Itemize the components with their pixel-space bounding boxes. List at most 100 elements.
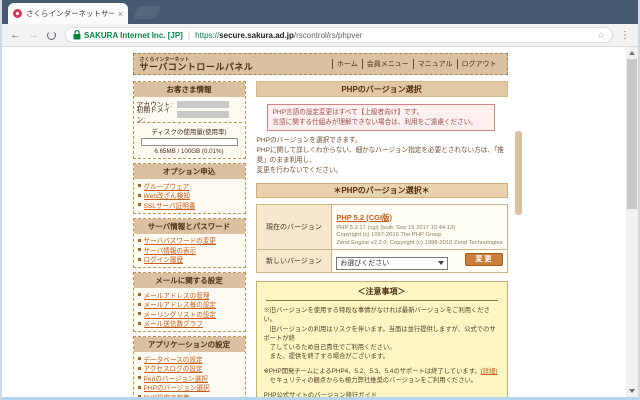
browser-tab[interactable]: さくらインターネットサーバコン × (8, 3, 128, 24)
php-version-section-title: ＊PHPのバージョン選択＊ (255, 182, 508, 198)
forward-button: → (28, 28, 39, 41)
intro-text: PHPのバージョンを選択できます。 PHPに関して詳しくわからない、細かなバージ… (257, 136, 507, 176)
bullet-icon (137, 321, 141, 325)
control-panel-page: さくらインターネット サーバコントロールパネル ホーム 会員メニュー マニュアル… (132, 53, 508, 397)
nav-manual[interactable]: マニュアル (412, 59, 457, 69)
warning-box: PHP言語の設定変更はすべて【上級者向け】です。 言語に関する仕組みが理解できな… (266, 104, 495, 132)
sidebar-item-php-version[interactable]: PHPのバージョン選択 (137, 383, 242, 392)
bookmark-star-icon[interactable]: ☆ (597, 30, 605, 41)
version-detail: PHP 5.2.17 (cgi) (built: Sep 15 2017 15:… (336, 224, 456, 231)
nav-home[interactable]: ホーム (331, 59, 362, 69)
padlock-icon (73, 30, 81, 40)
sidebar-section-server-info: サーバ情報とパスワード サーバパスワードの変更 サーバ情報の表示 ログイン履歴 (132, 217, 246, 268)
sidebar-item-access-log[interactable]: アクセスログの設定 (137, 364, 242, 373)
new-tab-button[interactable] (132, 6, 162, 19)
intro-line: PHPのバージョンを選択できます。 (256, 137, 362, 145)
warning-line: 言語に関する仕組みが理解できない場合は、利用をご遠慮ください。 (272, 118, 477, 126)
notes-box: ＜注意事項＞ ※旧バージョンを使用する特段な事情がなければ最新バージョンをご利用… (255, 281, 508, 397)
current-version-link[interactable]: PHP 5.2 (CGI版) (336, 213, 392, 222)
browser-titlebar: さくらインターネットサーバコン × (2, 0, 638, 24)
sidebar-item-login-history[interactable]: ログイン履歴 (137, 255, 242, 264)
sidebar-item-mail-address-settings[interactable]: メールアドレス毎の設定 (137, 300, 242, 309)
version-select[interactable]: お選びください (336, 256, 449, 270)
domain-label: 初期ドメイン: (136, 107, 171, 124)
table-row: 現在のバージョン PHP 5.2 (CGI版) PHP 5.2.17 (cgi)… (255, 203, 508, 251)
disk-usage-label: ディスクの使用量(使用率) (151, 129, 227, 136)
sidebar-item-web-tamper-detect[interactable]: Web改ざん検知 (137, 191, 242, 200)
version-table: 現在のバージョン PHP 5.2 (CGI版) PHP 5.2.17 (cgi)… (255, 203, 508, 274)
sidebar-section-options: オプション申込 グループウェア Web改ざん検知 SSLサーバ証明書 (132, 163, 246, 214)
section-title: アプリケーションの設定 (133, 337, 245, 352)
ev-certificate-label: SAKURA Internet Inc. [JP] (84, 30, 183, 40)
browser-toolbar: ← → SAKURA Internet Inc. [JP] | https://… (2, 24, 638, 47)
scrollbar-thumb[interactable] (627, 59, 637, 209)
bullet-icon (137, 293, 141, 297)
reload-icon[interactable] (47, 30, 56, 40)
bullet-icon (137, 385, 141, 389)
sidebar-item-mailing-list[interactable]: メーリングリストの設定 (137, 309, 242, 319)
address-bar[interactable]: SAKURA Internet Inc. [JP] | https://secu… (65, 27, 613, 43)
table-row: 新しいバージョン お選びください 変 更 (255, 249, 508, 274)
dropdown-arrow-icon (438, 261, 445, 266)
sidebar: お客さま情報 アカウント: 初期ドメイン: ディスクの使用量(使用率) 6.65… (132, 81, 246, 397)
bullet-icon (137, 248, 141, 252)
bullet-icon (137, 312, 141, 316)
top-navigation: ホーム 会員メニュー マニュアル ログアウト (331, 59, 501, 69)
section-title: サーバ情報とパスワード (133, 218, 245, 234)
nav-member-menu[interactable]: 会員メニュー (361, 59, 413, 69)
tab-title: さくらインターネットサーバコン (26, 9, 114, 18)
url-separator: | (187, 30, 191, 40)
url-path: /rscontrol/rs/phpver (293, 30, 363, 40)
current-version-label: 現在のバージョン (255, 203, 333, 251)
sakura-favicon-icon (13, 9, 22, 18)
version-detail: Zend Engine v2.2.0, Copyright (c) 1998-2… (336, 239, 503, 246)
disk-usage-bar (140, 138, 238, 146)
sidebar-item-perl-version[interactable]: Perlのバージョン選択 (137, 373, 242, 383)
sidebar-section-application: アプリケーションの設定 データベースの設定 アクセスログの設定 Perlのバージ… (132, 336, 246, 397)
page-viewport: さくらインターネット サーバコントロールパネル ホーム 会員メニュー マニュアル… (2, 47, 638, 397)
sidebar-section-mail: メールに関する設定 メールアドレスの管理 メールアドレス毎の設定 メーリングリス… (132, 272, 246, 332)
disk-usage-value: 6.65MB / 100GB (0.01%) (154, 148, 224, 155)
sidebar-item-change-password[interactable]: サーバパスワードの変更 (137, 236, 242, 245)
nav-logout[interactable]: ログアウト (456, 59, 501, 69)
site-logo[interactable]: さくらインターネット サーバコントロールパネル (140, 57, 254, 72)
browser-scrollbar[interactable] (626, 47, 638, 397)
divider (265, 300, 498, 302)
sidebar-item-groupware[interactable]: グループウェア (137, 181, 242, 191)
version-select-value: お選びください (340, 260, 390, 268)
sidebar-item-mail-graph[interactable]: メール送信数グラフ (137, 319, 242, 328)
sidebar-item-server-info[interactable]: サーバ情報の表示 (137, 245, 242, 255)
url-host: secure.sakura.ad.jp (219, 30, 294, 40)
logo-main-text: サーバコントロールパネル (139, 61, 254, 72)
back-button[interactable]: ← (8, 29, 23, 41)
customer-info-title: お客さま情報 (133, 82, 245, 97)
bullet-icon (137, 184, 141, 188)
sidebar-item-ssl-certificate[interactable]: SSLサーバ証明書 (137, 200, 242, 210)
content-scrollbar-thumb[interactable] (515, 131, 522, 215)
bullet-icon (137, 376, 141, 380)
scrollbar-up-arrow-icon[interactable] (629, 51, 635, 55)
notes-title: ＜注意事項＞ (357, 287, 406, 297)
customer-info-panel: お客さま情報 アカウント: 初期ドメイン: ディスクの使用量(使用率) 6.65… (132, 81, 246, 159)
bullet-icon (137, 193, 141, 197)
bullet-icon (137, 203, 141, 207)
bullet-icon (137, 357, 141, 361)
intro-line: 変更を行わないでください。 (256, 166, 343, 174)
bullet-icon (137, 238, 141, 242)
notes-paragraph: ※PHP開発チームによるPHP4、5.2、5.3、5.4のサポートは終了していま… (263, 368, 498, 385)
notes-paragraph: ※旧バージョンを使用する特段な事情がなければ最新バージョンをご利用ください。 旧… (263, 307, 496, 360)
sidebar-item-mail-address-manage[interactable]: メールアドレスの管理 (137, 290, 242, 300)
new-version-label: 新しいバージョン (255, 249, 333, 274)
bullet-icon (137, 302, 141, 306)
page-title: PHPのバージョン選択 (255, 81, 508, 97)
version-detail: Copyright (c) 1997-2010 The PHP Group (336, 232, 442, 239)
scrollbar-down-arrow-icon[interactable] (629, 389, 635, 393)
browser-window: さくらインターネットサーバコン × ← → SAKURA Internet In… (0, 0, 640, 400)
bullet-icon (137, 257, 141, 261)
sidebar-item-database[interactable]: データベースの設定 (137, 354, 242, 364)
tab-close-icon[interactable]: × (118, 9, 123, 19)
redacted-domain-value (176, 110, 229, 118)
details-link[interactable]: (詳細) (481, 368, 498, 375)
browser-menu-icon[interactable]: ⋮ (620, 30, 630, 41)
change-button[interactable]: 変 更 (464, 253, 503, 267)
